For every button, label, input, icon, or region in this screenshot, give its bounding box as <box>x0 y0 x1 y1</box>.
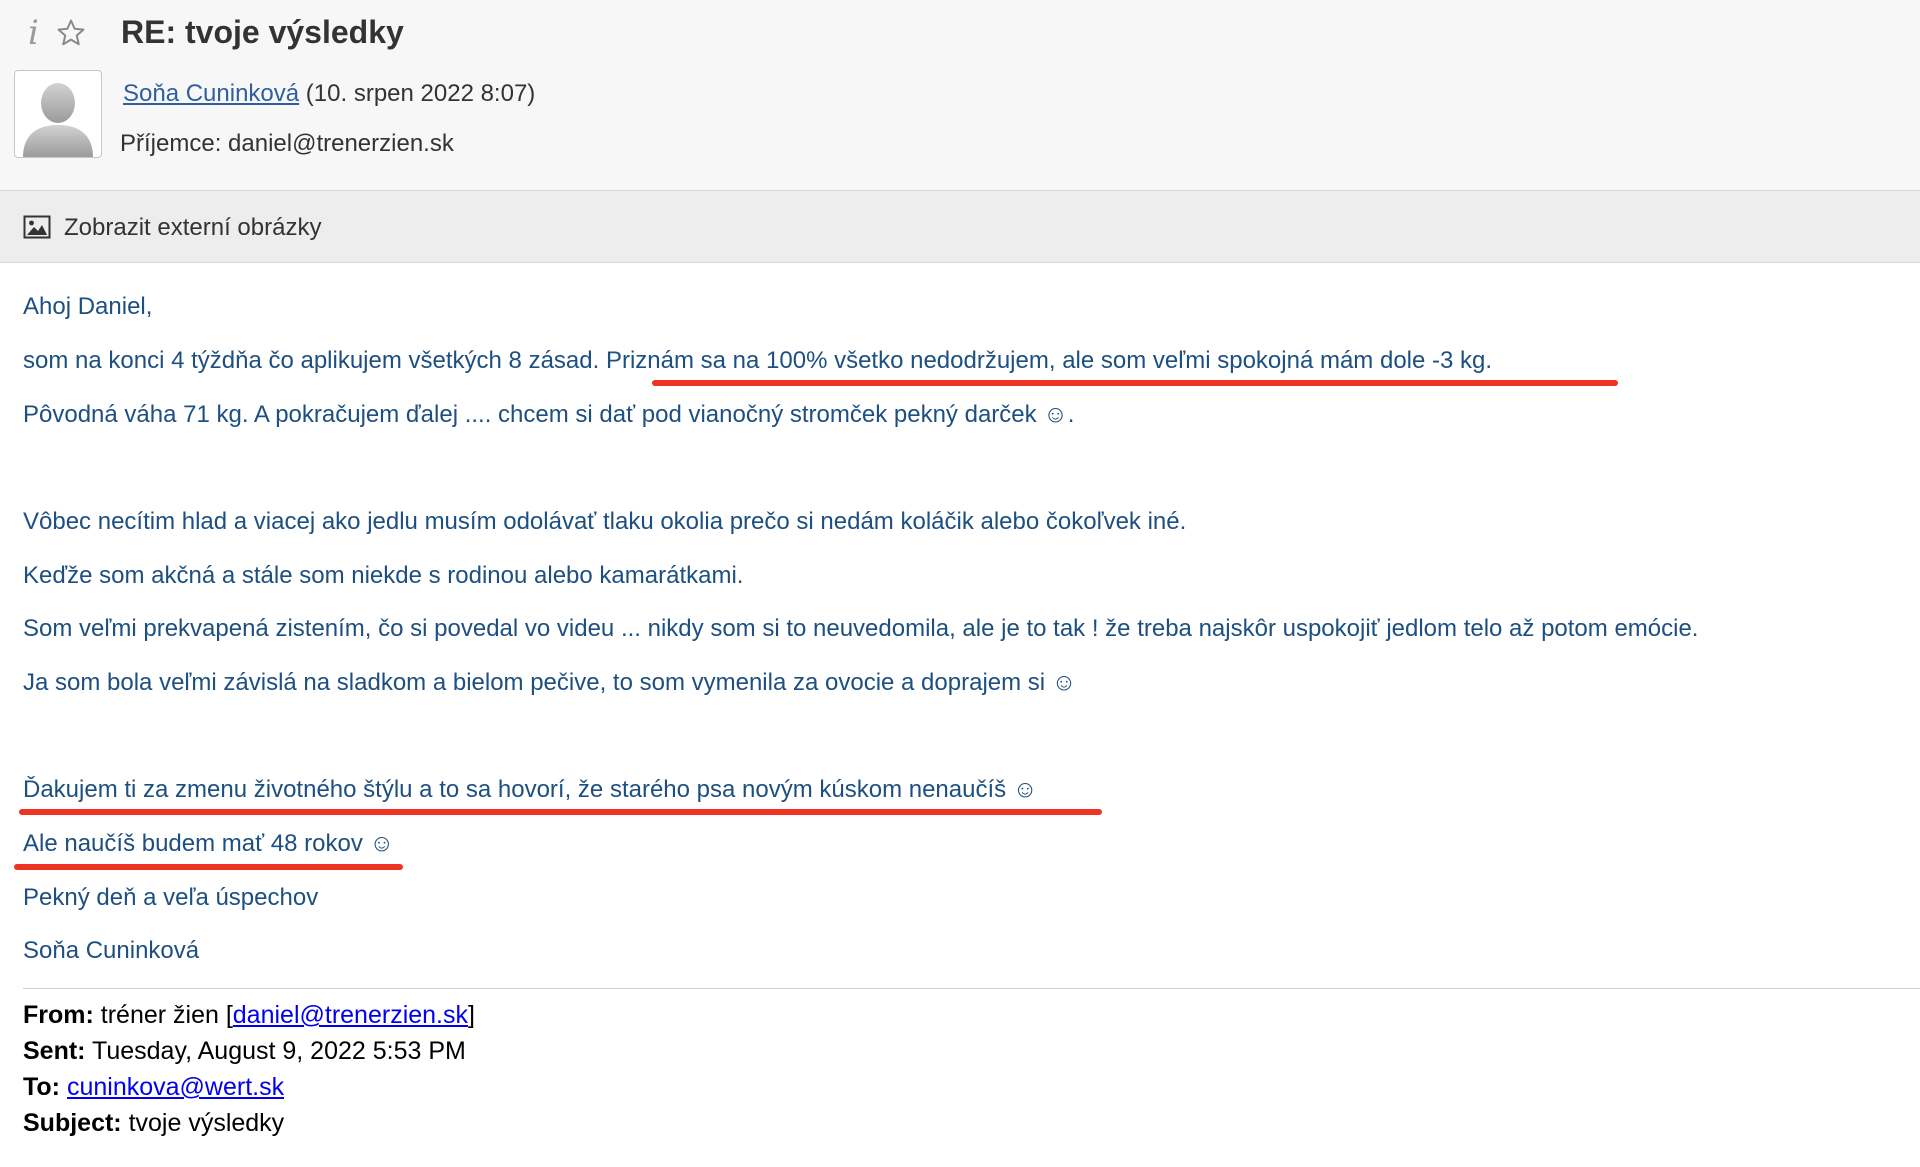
signature: Soňa Cuninková <box>23 937 200 964</box>
body-line-8: Ale naučíš budem mať 48 rokov ☺ <box>23 830 395 857</box>
sender-name-link[interactable]: Soňa Cuninková <box>123 80 299 107</box>
quoted-sent-label: Sent: <box>23 1037 86 1065</box>
highlight-underline-2 <box>19 809 1102 815</box>
quoted-subject-value: tvoje výsledky <box>121 1109 285 1137</box>
quoted-from-line: From: tréner žien [daniel@trenerzien.sk] <box>23 1001 475 1030</box>
body-line-6: Ja som bola veľmi závislá na sladkom a b… <box>23 669 1077 696</box>
image-icon[interactable] <box>23 215 51 239</box>
highlight-underline-1 <box>652 380 1618 386</box>
quoted-sent-value: Tuesday, August 9, 2022 5:53 PM <box>85 1037 466 1065</box>
body-line-7: Ďakujem ti za zmenu životného štýlu a to… <box>23 776 1038 803</box>
sender-avatar <box>14 70 102 158</box>
message-subject: RE: tvoje výsledky <box>121 14 404 50</box>
quoted-from-close: ] <box>468 1001 475 1029</box>
body-line-1: som na konci 4 týždňa čo aplikujem všetk… <box>23 347 1492 375</box>
highlight-underline-3 <box>14 864 403 870</box>
quoted-sent-line: Sent: Tuesday, August 9, 2022 5:53 PM <box>23 1037 466 1066</box>
quoted-subject-line: Subject: tvoje výsledky <box>23 1109 284 1138</box>
recipient-label: Příjemce: <box>120 130 222 157</box>
body-line-3: Vôbec necítim hlad a viacej ako jedlu mu… <box>23 508 1187 535</box>
info-icon[interactable]: i <box>28 13 39 53</box>
quoted-to-label: To: <box>23 1073 61 1101</box>
quoted-to-email-link[interactable]: cuninkova@wert.sk <box>67 1073 284 1101</box>
quoted-from-email-link[interactable]: daniel@trenerzien.sk <box>233 1001 468 1029</box>
star-icon[interactable] <box>56 18 86 48</box>
body-line-4: Keďže som akčná a stále som niekde s rod… <box>23 562 744 589</box>
recipient-email: daniel@trenerzien.sk <box>228 130 454 157</box>
avatar-placeholder-icon <box>23 83 93 157</box>
sent-date: (10. srpen 2022 8:07) <box>305 80 536 107</box>
show-external-images-label[interactable]: Zobrazit externí obrázky <box>64 214 321 242</box>
quoted-from-name: tréner žien [ <box>93 1001 233 1029</box>
body-line-1-highlight: Priznám sa na 100% všetko nedodržujem, a… <box>605 347 1493 374</box>
quoted-subject-label: Subject: <box>23 1109 122 1137</box>
body-line-1-start: som na konci 4 týždňa čo aplikujem všetk… <box>23 347 606 374</box>
sender-line: Soňa Cuninková (10. srpen 2022 8:07) <box>123 80 535 108</box>
email-view: i RE: tvoje výsledky Soňa Cuninková (10.… <box>0 0 1920 1167</box>
body-line-5: Som veľmi prekvapená zistením, čo si pov… <box>23 615 1699 642</box>
body-line-2: Pôvodná váha 71 kg. A pokračujem ďalej .… <box>23 401 1075 428</box>
greeting-line: Ahoj Daniel, <box>23 293 153 320</box>
quoted-to-line: To: cuninkova@wert.sk <box>23 1073 284 1102</box>
body-line-9: Pekný deň a veľa úspechov <box>23 884 319 911</box>
recipient-line: Příjemce: daniel@trenerzien.sk <box>120 130 454 158</box>
quoted-from-label: From: <box>23 1001 94 1029</box>
quote-divider <box>23 988 1920 989</box>
